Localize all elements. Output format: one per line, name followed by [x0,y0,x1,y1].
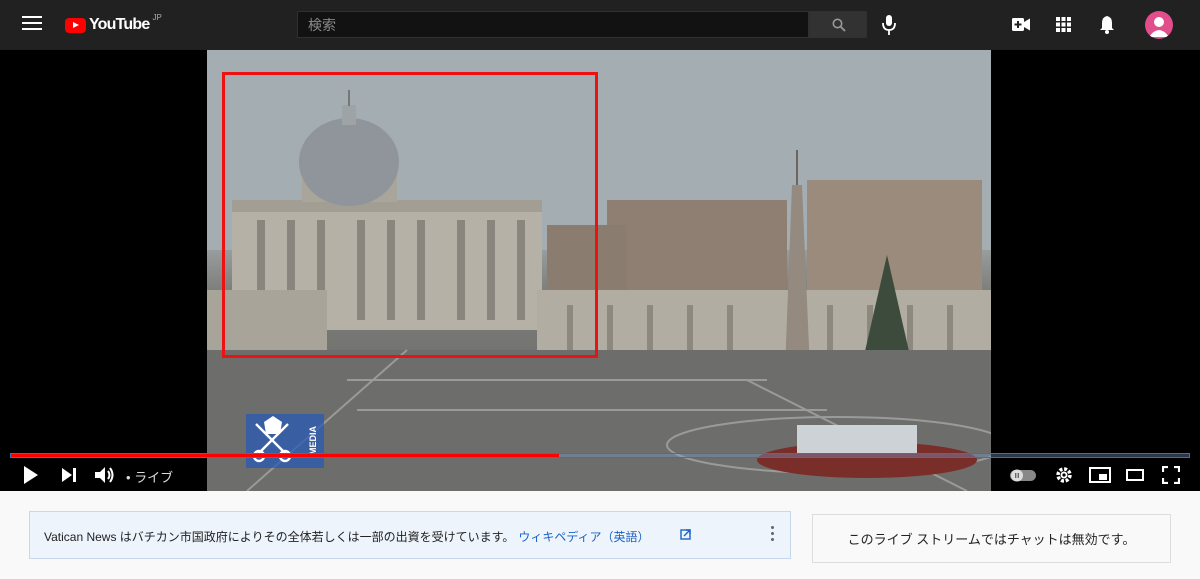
search-input[interactable] [298,12,808,37]
play-icon[interactable] [23,465,39,485]
menu-icon[interactable] [22,16,42,34]
avatar[interactable] [1145,11,1173,39]
volume-icon[interactable] [94,466,116,484]
video-player[interactable]: MEDIA • ライブ [0,50,1200,491]
chat-disabled-panel: このライブ ストリームではチャットは無効です。 [812,514,1171,563]
logo-region: JP [152,12,162,22]
miniplayer-icon[interactable] [1089,467,1111,483]
apps-grid-icon[interactable] [1056,17,1071,32]
live-label[interactable]: • ライブ [126,467,173,486]
below-player-area: Vatican News はバチカン市国政府によりその全体若しくは一部の出資を受… [0,491,1200,579]
wikipedia-link[interactable]: ウィキペディア（英語） [518,530,649,544]
player-controls: • ライブ [0,461,1200,491]
create-video-icon[interactable] [1012,17,1030,32]
autoplay-toggle-icon[interactable] [1010,469,1036,482]
progress-played [11,454,559,457]
funding-info-panel: Vatican News はバチカン市国政府によりその全体若しくは一部の出資を受… [29,511,791,559]
youtube-logo[interactable]: YouTube JP [65,12,162,36]
progress-bar[interactable] [10,453,1190,458]
chat-disabled-message: このライブ ストリームではチャットは無効です。 [847,532,1136,547]
search-icon [832,18,846,32]
youtube-play-icon [65,17,86,33]
mic-icon[interactable] [879,14,899,36]
logo-text: YouTube [89,16,150,33]
notifications-bell-icon[interactable] [1099,15,1115,34]
st-peters-square-scene [207,50,991,491]
next-icon[interactable] [61,467,77,483]
fullscreen-icon[interactable] [1162,466,1180,484]
search-button[interactable] [809,11,867,38]
search-box [297,11,809,38]
vatican-keys-emblem-icon [252,416,292,463]
video-frame[interactable] [207,50,991,491]
more-options-icon[interactable] [768,526,776,546]
vatican-media-watermark: MEDIA [246,414,324,468]
external-link-icon[interactable] [680,529,691,540]
settings-gear-icon[interactable] [1055,466,1073,484]
user-avatar-icon [1149,17,1169,37]
masthead: YouTube JP [0,0,1200,50]
funding-info-text: Vatican News はバチカン市国政府によりその全体若しくは一部の出資を受… [44,528,650,545]
theater-mode-icon[interactable] [1126,468,1144,482]
funding-info-message: Vatican News はバチカン市国政府によりその全体若しくは一部の出資を受… [44,530,515,544]
